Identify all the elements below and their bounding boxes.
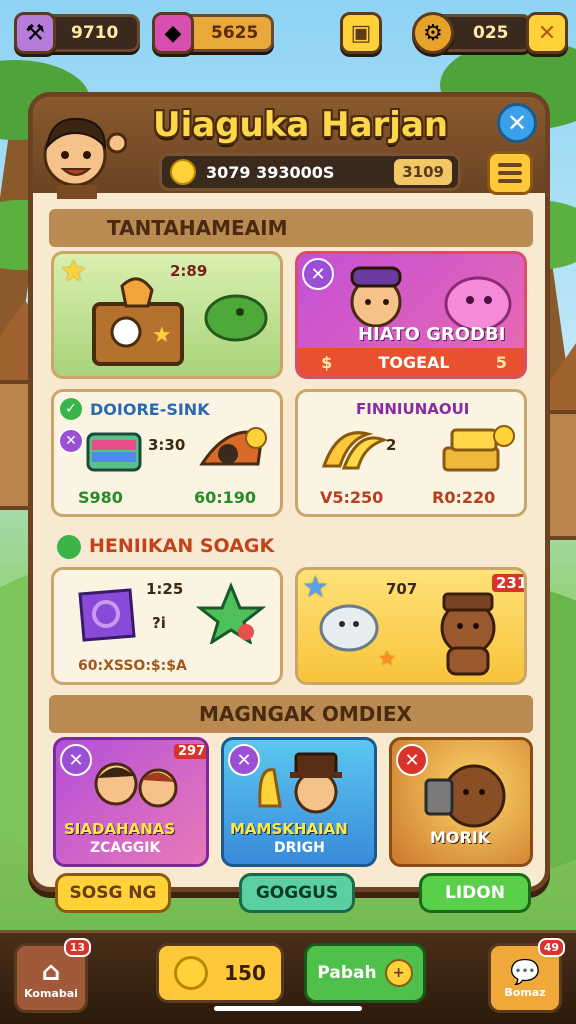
leaf-icon — [57, 535, 81, 559]
bundle2-right-price: R0:220 — [432, 488, 496, 507]
sparkle-icon: ★ — [378, 646, 396, 670]
hat-card[interactable]: ✕ MAMSKHAIAN DRIGH — [221, 737, 377, 867]
bundle-right-header: FINNIUNAOUI — [356, 400, 470, 418]
bundle2-left-value: 2 — [386, 436, 397, 454]
footer-button-right[interactable]: LIDON — [419, 873, 531, 913]
crate-card[interactable]: ★ 2:89 ★ — [51, 251, 283, 379]
coins-value: 150 — [224, 961, 266, 985]
pabah-label: Pabah — [317, 963, 377, 983]
coin-amount: 3079 393000S — [206, 162, 335, 182]
home-label: Komabai — [24, 986, 78, 1000]
home-indicator — [214, 1006, 362, 1011]
promo-price-right: 5 — [495, 352, 507, 372]
bundle2-left-price: V5:250 — [320, 488, 384, 507]
friends-label: SIADAHANAS — [64, 820, 176, 838]
sack-card[interactable]: ✕ MORIK — [389, 737, 533, 867]
close-icon[interactable]: ✕ — [497, 103, 537, 143]
friends-sub: ZCAGGIK — [90, 840, 161, 856]
friends-icon — [94, 762, 178, 808]
box-stack-icon — [86, 432, 142, 472]
bundle-card-left[interactable]: ✓ DOIORE-SINK ✕ 3:30 S980 60:190 — [51, 389, 283, 517]
star-gem-icon — [196, 582, 266, 644]
coin-icon: + — [384, 959, 413, 987]
chat-badge: 49 — [537, 938, 565, 957]
close-icon[interactable]: ✕ — [526, 12, 568, 54]
home-badge: 13 — [63, 938, 91, 957]
section-header-4: MAGNGAK OMDIEX — [49, 695, 533, 733]
promo-price-left: $ — [321, 352, 333, 372]
gem-icon[interactable]: ◆ — [152, 12, 194, 54]
creature-icon — [204, 294, 268, 342]
chat-button[interactable]: 49 💬 Bomaz — [488, 938, 565, 1013]
chat-icon: 💬 — [510, 957, 540, 986]
coin-icon — [170, 159, 196, 185]
candy-icon — [78, 588, 136, 642]
section-header-1: TANTAHAMEAIM — [49, 209, 533, 247]
shop-panel: Uiaguka Harjan ✕ 3079 393000S 3109 TANTA… — [28, 92, 550, 913]
promo-sub: TOGEAL — [378, 352, 450, 372]
ghost-icon — [319, 604, 379, 652]
chat-label: Bomaz — [504, 985, 546, 999]
hammer-icon[interactable]: ⚒ — [14, 12, 56, 54]
promo-card[interactable]: ✕ HIATO GRODBI $ TOGEAL 5 — [295, 251, 527, 379]
gear-icon[interactable]: ⚙ — [412, 12, 454, 54]
bundle-right-price: 60:190 — [194, 488, 257, 507]
horn-icon — [199, 427, 267, 466]
candy-mid: ?i — [152, 614, 166, 632]
close-icon[interactable]: ✕ — [302, 258, 334, 290]
candy-card[interactable]: 1:25 ?i 60:XSSO:$:$A — [51, 567, 283, 685]
resource-value-right: 025 — [473, 23, 509, 43]
home-icon: ⌂ — [41, 956, 61, 987]
section-header-3: HENIIKAN SOAGK — [89, 535, 275, 557]
coin-icon — [174, 956, 209, 990]
candy-top: 1:25 — [146, 580, 184, 598]
coin-balance: 3079 393000S 3109 — [159, 153, 461, 191]
player-avatar — [43, 117, 127, 199]
pabah-button[interactable]: Pabah + — [304, 943, 426, 1003]
bundle-left-price: S980 — [78, 488, 123, 507]
bear-icon — [440, 592, 496, 676]
bear-card[interactable]: ★ 707 231 ★ — [295, 567, 527, 685]
crate-icon: ★ — [92, 277, 184, 366]
hat-man-icon — [258, 752, 342, 814]
gold-bars-icon — [442, 425, 515, 472]
promo-title: HIATO GRODBI — [358, 324, 506, 345]
panel-title: Uiaguka Harjan — [153, 105, 449, 145]
footer-button-middle[interactable]: GOGGUS — [239, 873, 355, 913]
promo-price-strip: $ TOGEAL 5 — [298, 348, 524, 376]
bear-top: 707 — [386, 580, 418, 598]
coin-chip: 3109 — [394, 159, 452, 185]
friends-card[interactable]: ✕ 297 SIADAHANAS ZCAGGIK — [53, 737, 209, 867]
svg-text:★: ★ — [152, 323, 172, 348]
star-icon: ★ — [60, 254, 87, 289]
candy-price: 60:XSSO:$:$A — [78, 658, 187, 674]
bundle-left-value: 3:30 — [148, 436, 186, 454]
home-button[interactable]: 13 ⌂ Komabai — [14, 938, 91, 1013]
footer-button-left[interactable]: SOSG NG — [55, 873, 171, 913]
resource-value-left: 9710 — [71, 23, 119, 43]
sack-label: MORIK — [430, 828, 491, 847]
bananas-icon — [321, 431, 388, 470]
hat-sub: DRIGH — [274, 840, 325, 856]
coins-button[interactable]: 150 — [156, 943, 284, 1003]
gem-value: 5625 — [211, 23, 259, 43]
check-icon: ✓ — [60, 398, 82, 420]
close-icon[interactable]: ✕ — [58, 428, 84, 454]
sack-icon — [424, 764, 506, 828]
hat-label: MAMSKHAIAN — [230, 820, 348, 838]
bundle-left-header: DOIORE-SINK — [90, 400, 210, 419]
bundle-card-right[interactable]: FINNIUNAOUI 2 V5:250 R0:220 — [295, 389, 527, 517]
scroll-icon[interactable]: ▣ — [340, 12, 382, 54]
menu-icon[interactable] — [487, 151, 533, 195]
